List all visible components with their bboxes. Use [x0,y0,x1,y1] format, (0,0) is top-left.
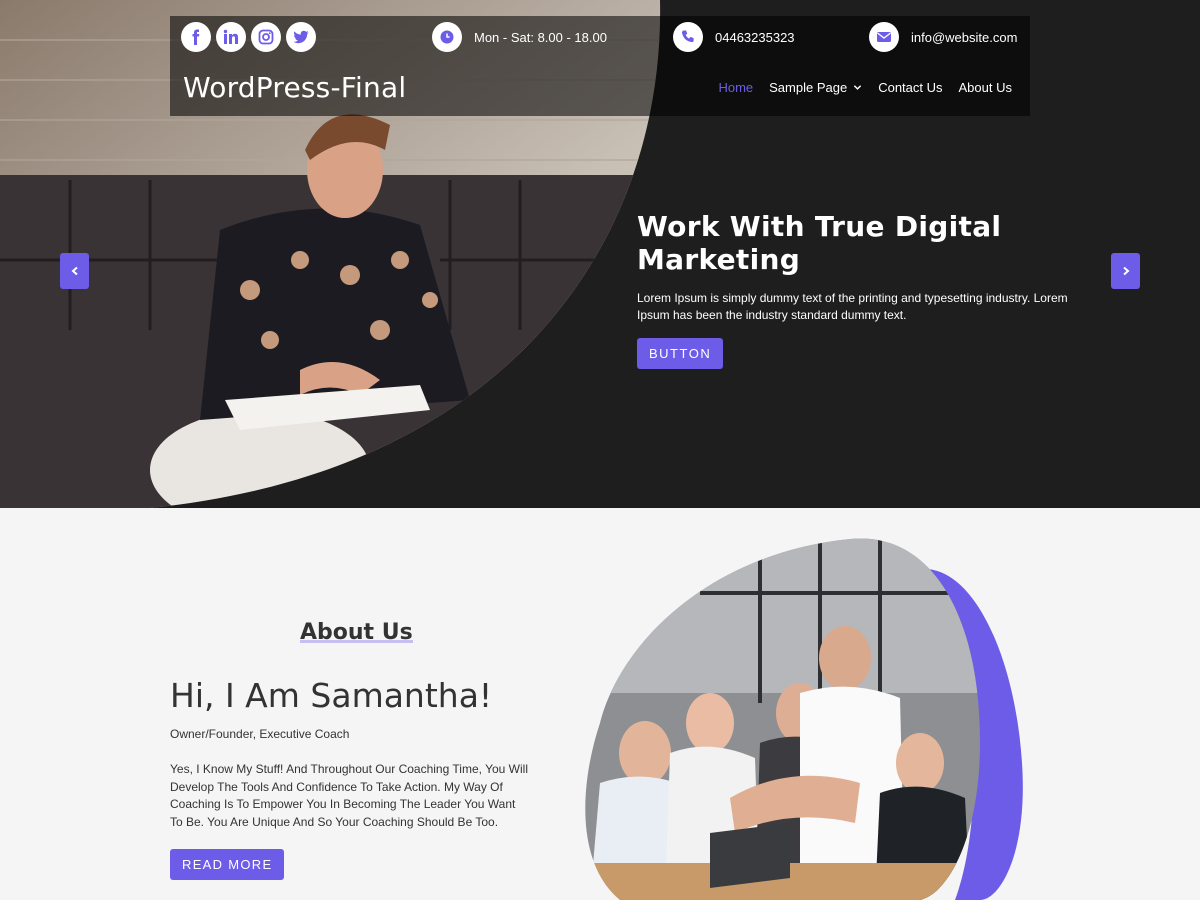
hero-slider: Mon - Sat: 8.00 - 18.00 04463235323 info… [0,0,1200,508]
chevron-left-icon [70,266,78,276]
nav-item-about-us[interactable]: About Us [959,80,1012,95]
social-links [181,22,316,52]
read-more-button[interactable]: READ MORE [170,849,285,880]
about-section: About Us Hi, I Am Samantha! Owner/Founde… [0,508,1200,900]
main-nav: Home Sample Page Contact Us About Us [718,80,1012,95]
about-role: Owner/Founder, Executive Coach [170,727,350,741]
chevron-down-icon [854,85,862,90]
nav-item-label: Sample Page [769,80,848,95]
phone-info: 04463235323 [673,22,795,52]
team-image [585,538,1023,900]
hero-description: Lorem Ipsum is simply dummy text of the … [637,291,1068,322]
slider-prev-button[interactable] [60,253,89,289]
site-title[interactable]: WordPress-Final [183,71,406,104]
linkedin-icon[interactable] [216,22,246,52]
chevron-right-icon [1122,266,1130,276]
hero-title: Work With True Digital Marketing [637,210,1002,276]
clock-icon [432,22,462,52]
email-info: info@website.com [869,22,1017,52]
nav-item-contact-us[interactable]: Contact Us [878,80,942,95]
nav-item-home[interactable]: Home [718,80,753,95]
top-info-bar: Mon - Sat: 8.00 - 18.00 04463235323 info… [170,16,1030,116]
about-name: Hi, I Am Samantha! [170,676,493,715]
phone-icon [673,22,703,52]
facebook-icon[interactable] [181,22,211,52]
hero-content: Work With True Digital Marketing Lorem I… [637,210,1087,369]
hours-text: Mon - Sat: 8.00 - 18.00 [474,29,607,45]
twitter-icon[interactable] [286,22,316,52]
slider-next-button[interactable] [1111,253,1140,289]
hours-info: Mon - Sat: 8.00 - 18.00 [432,22,607,52]
nav-item-sample-page[interactable]: Sample Page [769,80,862,95]
hero-button[interactable]: BUTTON [637,338,724,369]
about-body: Yes, I Know My Stuff! And Throughout Our… [170,762,528,829]
email-address[interactable]: info@website.com [911,30,1017,45]
envelope-icon [869,22,899,52]
instagram-icon[interactable] [251,22,281,52]
section-heading: About Us [300,620,413,645]
phone-number[interactable]: 04463235323 [715,30,795,45]
